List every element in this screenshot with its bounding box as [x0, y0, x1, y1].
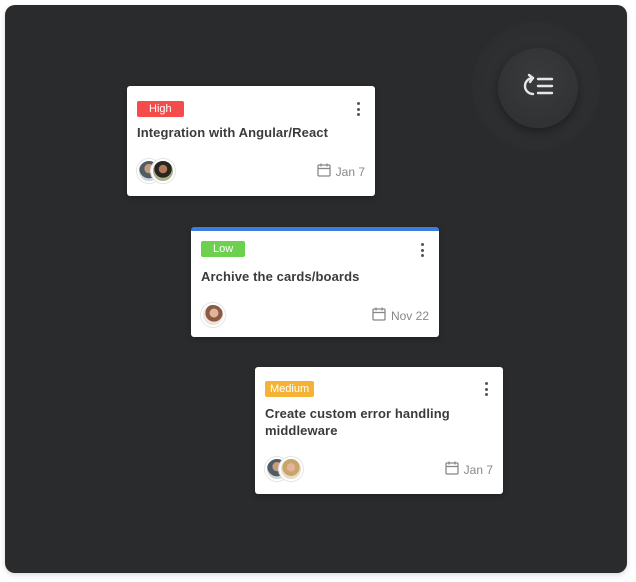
- card-menu-icon[interactable]: [481, 380, 491, 398]
- due-date: Nov 22: [372, 307, 429, 324]
- priority-badge: Low: [201, 241, 246, 257]
- card-menu-icon[interactable]: [417, 241, 427, 259]
- due-date-label: Nov 22: [390, 308, 429, 323]
- task-card[interactable]: Medium Create custom error handling midd…: [255, 367, 503, 494]
- due-date: Jan 7: [444, 461, 493, 478]
- assignee-avatars: [137, 159, 175, 183]
- card-menu-icon[interactable]: [353, 100, 363, 118]
- card-title: Archive the cards/boards: [201, 269, 360, 284]
- calendar-icon: [444, 461, 464, 478]
- assignee-avatars: [201, 303, 225, 327]
- calendar-icon: [316, 163, 336, 180]
- refresh-list-icon: [520, 71, 556, 106]
- due-date: Jan 7: [316, 163, 365, 180]
- card-title: Create custom error handling middleware: [265, 406, 450, 438]
- priority-badge: Medium: [265, 381, 315, 397]
- refresh-list-button[interactable]: [498, 48, 578, 128]
- due-date-label: Jan 7: [335, 164, 365, 179]
- avatar[interactable]: [201, 303, 225, 327]
- calendar-icon: [372, 307, 391, 324]
- assignee-avatars: [265, 457, 303, 481]
- card-title: Integration with Angular/React: [137, 125, 329, 140]
- priority-badge: High: [137, 101, 184, 117]
- avatar[interactable]: [151, 159, 175, 183]
- avatar[interactable]: [279, 457, 303, 481]
- task-card[interactable]: Low Archive the cards/boards Nov 22: [191, 227, 439, 337]
- task-card[interactable]: High Integration with Angular/React Jan …: [127, 86, 375, 196]
- due-date-label: Jan 7: [463, 462, 493, 477]
